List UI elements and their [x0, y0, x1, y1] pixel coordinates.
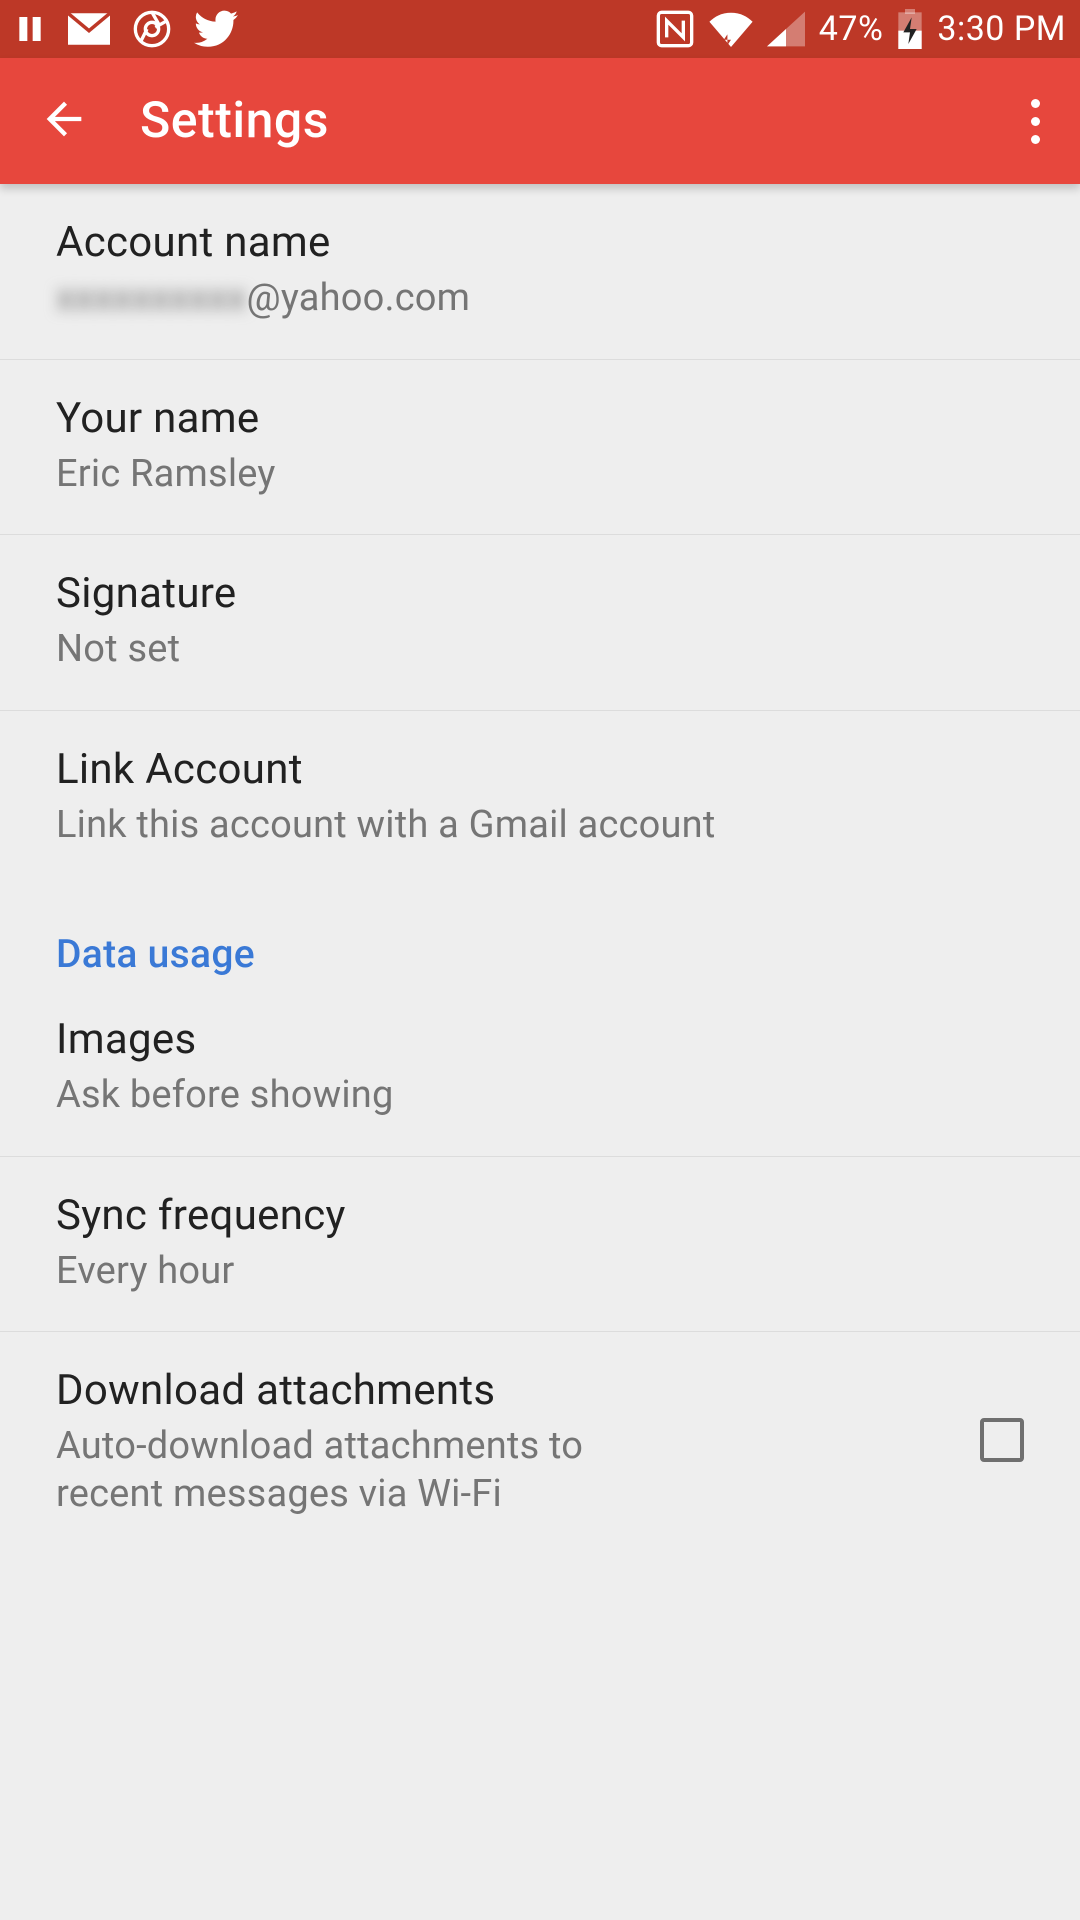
setting-title: Account name — [56, 218, 1024, 267]
setting-images[interactable]: Images Ask before showing — [0, 981, 1080, 1157]
pause-icon — [14, 11, 46, 47]
status-bar: 47% 3:30 PM — [0, 0, 1080, 58]
overflow-menu-icon[interactable] — [1021, 89, 1050, 154]
setting-download-attachments[interactable]: Download attachments Auto-download attac… — [0, 1332, 1080, 1548]
setting-value: Auto-download attachments to recent mess… — [56, 1423, 696, 1518]
chrome-icon — [132, 9, 172, 49]
battery-percent: 47% — [819, 9, 884, 49]
nfc-icon — [655, 9, 695, 49]
battery-charging-icon — [897, 9, 923, 49]
signal-icon — [767, 11, 805, 47]
setting-title: Images — [56, 1015, 1024, 1064]
section-header-data-usage: Data usage — [0, 885, 1080, 981]
clock: 3:30 PM — [937, 9, 1066, 49]
setting-title: Download attachments — [56, 1366, 930, 1415]
setting-link-account[interactable]: Link Account Link this account with a Gm… — [0, 711, 1080, 886]
setting-signature[interactable]: Signature Not set — [0, 535, 1080, 711]
page-title: Settings — [140, 92, 329, 150]
setting-title: Signature — [56, 569, 1024, 618]
setting-value: Not set — [56, 626, 1024, 674]
app-bar: Settings — [0, 58, 1080, 184]
setting-account-name[interactable]: Account name xxxxxxxxxx@yahoo.com — [0, 184, 1080, 360]
setting-title: Link Account — [56, 745, 1024, 794]
setting-value: Ask before showing — [56, 1072, 1024, 1120]
setting-value: Every hour — [56, 1248, 1024, 1296]
setting-value: Link this account with a Gmail account — [56, 802, 1024, 850]
email-domain: @yahoo.com — [247, 276, 471, 320]
setting-title: Your name — [56, 394, 1024, 443]
setting-title: Sync frequency — [56, 1191, 1024, 1240]
setting-value: xxxxxxxxxx@yahoo.com — [56, 275, 1024, 323]
status-right: 47% 3:30 PM — [655, 9, 1066, 49]
setting-value: Eric Ramsley — [56, 451, 1024, 499]
back-arrow-icon[interactable] — [38, 93, 90, 149]
status-left-icons — [14, 9, 238, 49]
redacted-text: xxxxxxxxxx — [56, 275, 247, 323]
setting-sync-frequency[interactable]: Sync frequency Every hour — [0, 1157, 1080, 1333]
wifi-icon — [709, 11, 753, 47]
mail-icon — [68, 13, 110, 45]
twitter-icon — [194, 10, 238, 48]
setting-your-name[interactable]: Your name Eric Ramsley — [0, 360, 1080, 536]
checkbox-download-attachments[interactable] — [980, 1418, 1024, 1462]
settings-list: Account name xxxxxxxxxx@yahoo.com Your n… — [0, 184, 1080, 1548]
